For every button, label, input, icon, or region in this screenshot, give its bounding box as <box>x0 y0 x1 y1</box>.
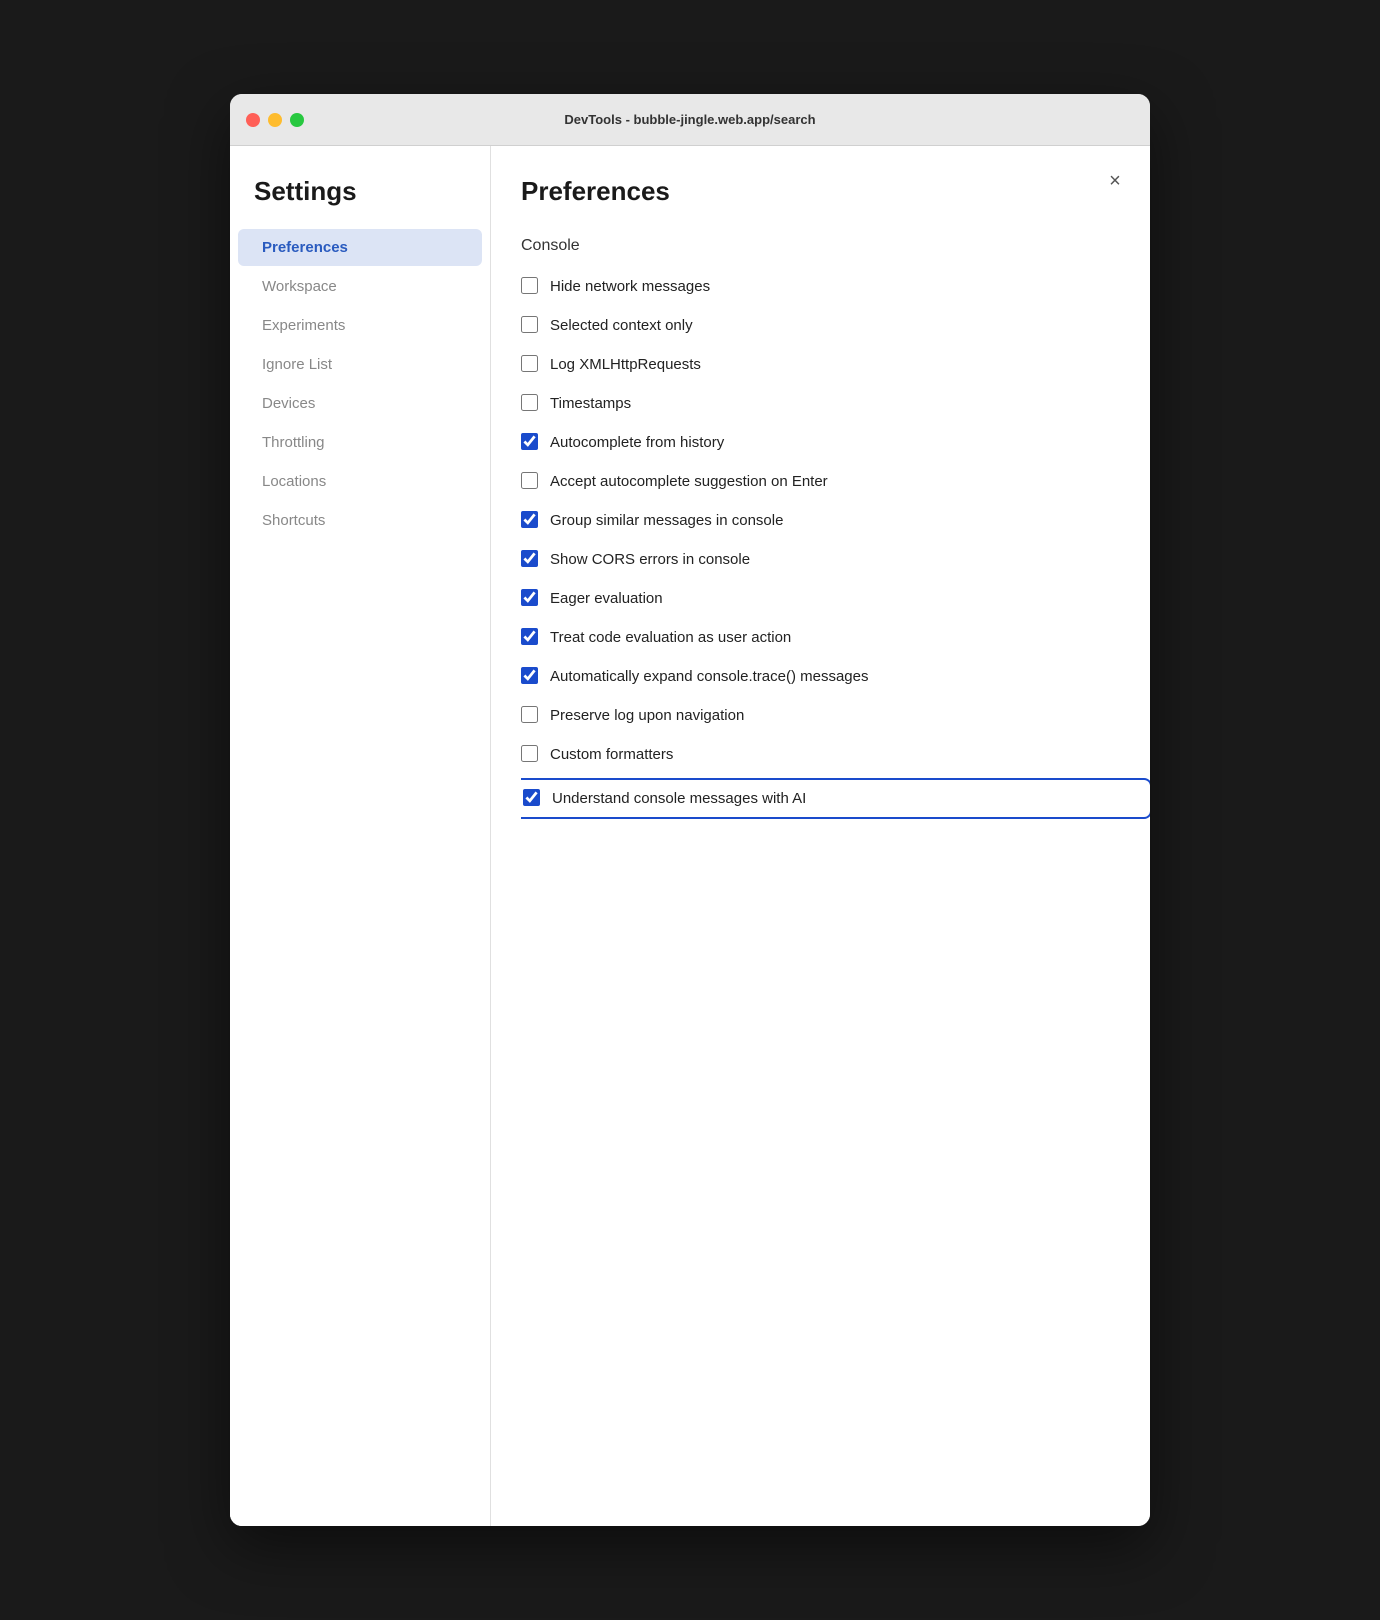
treat-code-checkbox[interactable] <box>521 628 538 645</box>
checkbox-accept-autocomplete: Accept autocomplete suggestion on Enter <box>521 462 1140 501</box>
minimize-window-button[interactable] <box>268 113 282 127</box>
sidebar-item-ignore-list[interactable]: Ignore List <box>238 346 482 383</box>
scroll-area[interactable]: Console Hide network messages Selected c… <box>521 227 1150 1526</box>
timestamps-label[interactable]: Timestamps <box>550 393 631 414</box>
checkbox-understand-ai-row: Understand console messages with AI <box>521 778 1150 819</box>
window-title: DevTools - bubble-jingle.web.app/search <box>564 112 815 127</box>
custom-formatters-label[interactable]: Custom formatters <box>550 744 673 765</box>
selected-context-checkbox[interactable] <box>521 316 538 333</box>
main-content: × Preferences Console Hide network messa… <box>490 146 1150 1526</box>
titlebar-buttons <box>246 113 304 127</box>
checkbox-autocomplete-history: Autocomplete from history <box>521 423 1140 462</box>
sidebar-item-preferences[interactable]: Preferences <box>238 229 482 266</box>
checkbox-eager-eval: Eager evaluation <box>521 579 1140 618</box>
custom-formatters-checkbox[interactable] <box>521 745 538 762</box>
checkbox-show-cors: Show CORS errors in console <box>521 540 1140 579</box>
auto-expand-trace-checkbox[interactable] <box>521 667 538 684</box>
accept-autocomplete-checkbox[interactable] <box>521 472 538 489</box>
sidebar-item-workspace[interactable]: Workspace <box>238 268 482 305</box>
hide-network-label[interactable]: Hide network messages <box>550 276 710 297</box>
checkbox-custom-formatters: Custom formatters <box>521 735 1140 774</box>
section-console-title: Console <box>521 237 1140 255</box>
sidebar-item-locations[interactable]: Locations <box>238 463 482 500</box>
sidebar-title: Settings <box>230 176 490 227</box>
show-cors-checkbox[interactable] <box>521 550 538 567</box>
hide-network-checkbox[interactable] <box>521 277 538 294</box>
page-title: Preferences <box>521 176 1150 207</box>
show-cors-label[interactable]: Show CORS errors in console <box>550 549 750 570</box>
checkbox-selected-context: Selected context only <box>521 306 1140 345</box>
maximize-window-button[interactable] <box>290 113 304 127</box>
preserve-log-checkbox[interactable] <box>521 706 538 723</box>
treat-code-label[interactable]: Treat code evaluation as user action <box>550 627 791 648</box>
checkbox-treat-code: Treat code evaluation as user action <box>521 618 1140 657</box>
group-similar-checkbox[interactable] <box>521 511 538 528</box>
checkbox-timestamps: Timestamps <box>521 384 1140 423</box>
sidebar-item-devices[interactable]: Devices <box>238 385 482 422</box>
checkbox-group-similar: Group similar messages in console <box>521 501 1140 540</box>
sidebar-item-experiments[interactable]: Experiments <box>238 307 482 344</box>
checkbox-hide-network: Hide network messages <box>521 267 1140 306</box>
autocomplete-history-label[interactable]: Autocomplete from history <box>550 432 724 453</box>
checkbox-preserve-log: Preserve log upon navigation <box>521 696 1140 735</box>
checkbox-log-xhr: Log XMLHttpRequests <box>521 345 1140 384</box>
checkbox-auto-expand-trace: Automatically expand console.trace() mes… <box>521 657 1140 696</box>
log-xhr-checkbox[interactable] <box>521 355 538 372</box>
understand-ai-label[interactable]: Understand console messages with AI <box>552 788 806 809</box>
sidebar: Settings Preferences Workspace Experimen… <box>230 146 490 1526</box>
autocomplete-history-checkbox[interactable] <box>521 433 538 450</box>
understand-ai-checkbox[interactable] <box>523 789 540 806</box>
content-area: Settings Preferences Workspace Experimen… <box>230 146 1150 1526</box>
group-similar-label[interactable]: Group similar messages in console <box>550 510 783 531</box>
selected-context-label[interactable]: Selected context only <box>550 315 693 336</box>
eager-eval-checkbox[interactable] <box>521 589 538 606</box>
timestamps-checkbox[interactable] <box>521 394 538 411</box>
preserve-log-label[interactable]: Preserve log upon navigation <box>550 705 744 726</box>
accept-autocomplete-label[interactable]: Accept autocomplete suggestion on Enter <box>550 471 828 492</box>
titlebar: DevTools - bubble-jingle.web.app/search <box>230 94 1150 146</box>
auto-expand-trace-label[interactable]: Automatically expand console.trace() mes… <box>550 666 869 687</box>
eager-eval-label[interactable]: Eager evaluation <box>550 588 663 609</box>
close-window-button[interactable] <box>246 113 260 127</box>
close-settings-button[interactable]: × <box>1100 166 1130 196</box>
sidebar-item-shortcuts[interactable]: Shortcuts <box>238 502 482 539</box>
sidebar-item-throttling[interactable]: Throttling <box>238 424 482 461</box>
devtools-window: DevTools - bubble-jingle.web.app/search … <box>230 94 1150 1526</box>
log-xhr-label[interactable]: Log XMLHttpRequests <box>550 354 701 375</box>
